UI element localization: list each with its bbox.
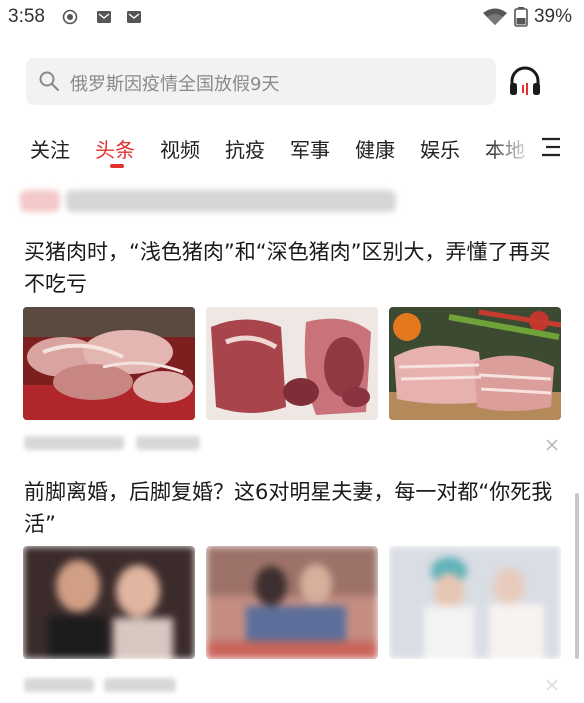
article-title[interactable]: 前脚离婚，后脚复婚？这6对明星夫妻，每一对都“你死我活” <box>24 476 564 540</box>
article-time <box>104 678 176 692</box>
battery-percent: 39% <box>533 6 572 27</box>
search-icon <box>39 71 60 92</box>
search-bar[interactable]: 俄罗斯因疫情全国放假9天 <box>26 58 496 105</box>
celebrity-couple-image[interactable] <box>23 546 195 659</box>
search-placeholder: 俄罗斯因疫情全国放假9天 <box>70 74 280 95</box>
mail-icon <box>127 11 141 23</box>
pork-carcasses-image[interactable] <box>23 307 195 420</box>
battery-icon <box>514 7 528 27</box>
blurred-source-logo <box>20 190 60 212</box>
tab-jiankang[interactable]: 健康 <box>355 134 395 163</box>
active-tab-indicator <box>110 164 124 168</box>
tab-guanzhu[interactable]: 关注 <box>30 134 70 163</box>
mail-icon <box>97 11 111 23</box>
pork-cuts-image[interactable] <box>206 307 378 420</box>
tab-shipin[interactable]: 视频 <box>160 134 200 163</box>
dinner-photo-image[interactable] <box>206 546 378 659</box>
tab-toutiao[interactable]: 头条 <box>95 134 135 163</box>
article-time <box>136 436 200 450</box>
tab-yule[interactable]: 娱乐 <box>420 134 460 163</box>
channel-menu-icon[interactable] <box>540 136 562 158</box>
status-bar: 3:58 39% <box>0 0 584 36</box>
screen-record-icon <box>62 9 78 25</box>
wedding-photo-image[interactable] <box>389 546 561 659</box>
dismiss-icon[interactable] <box>544 437 560 453</box>
blurred-headline <box>66 190 396 212</box>
wifi-icon <box>482 8 507 25</box>
article-source <box>24 436 124 450</box>
status-time: 3:58 <box>8 6 45 27</box>
dismiss-icon[interactable] <box>544 677 560 693</box>
article-title[interactable]: 买猪肉时，“浅色猪肉”和“深色猪肉”区别大，弄懂了再买不吃亏 <box>24 236 564 300</box>
channel-tabs: 关注 头条 视频 抗疫 军事 健康 娱乐 本地 <box>0 134 584 174</box>
scrollbar[interactable] <box>575 493 579 659</box>
article-source <box>24 678 94 692</box>
headphones-icon[interactable] <box>508 64 542 98</box>
tab-kangyi[interactable]: 抗疫 <box>225 134 265 163</box>
pork-belly-image[interactable] <box>389 307 561 420</box>
tab-junshi[interactable]: 军事 <box>290 134 330 163</box>
tab-fade <box>486 134 546 172</box>
